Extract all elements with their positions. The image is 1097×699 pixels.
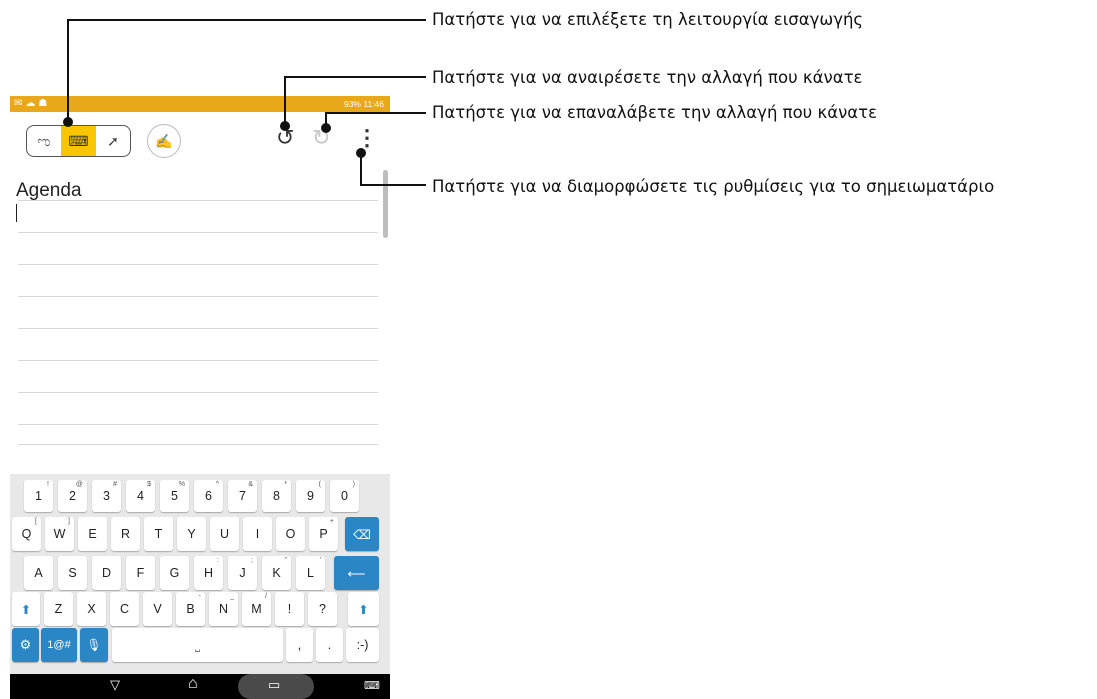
callout-dot — [63, 117, 73, 127]
callout-dot — [321, 123, 331, 133]
callout-dot — [356, 148, 366, 158]
callout-dot — [280, 121, 290, 131]
callout-leader-lines — [63, 19, 426, 186]
